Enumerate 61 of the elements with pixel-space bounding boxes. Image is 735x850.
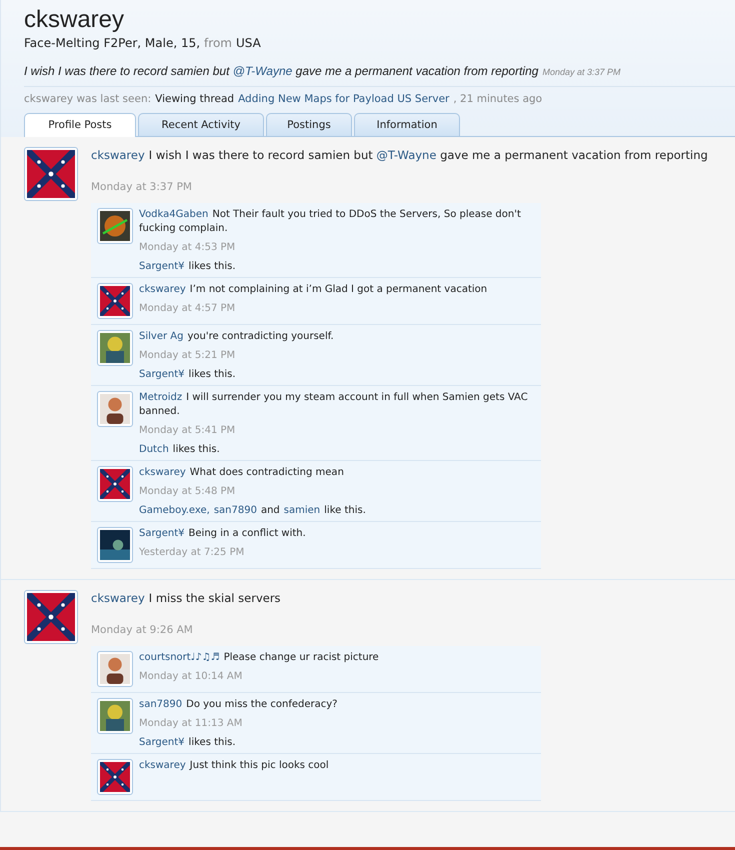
comment-text: Sargent¥ Being in a conflict with. <box>139 527 307 542</box>
mention-link[interactable]: @T-Wayne <box>376 148 436 162</box>
comment-text: Vodka4Gaben Not Their fault you tried to DDoS the Servers, So please don't fucking complain. <box>139 208 522 236</box>
author-link[interactable]: ckswarey <box>91 591 145 606</box>
status-time: Monday at 3:37 PM <box>542 67 620 77</box>
comment-time: Yesterday at 7:25 PM <box>139 547 246 558</box>
comment-text: san7890 Do you miss the confederacy? <box>139 698 338 712</box>
profile-name: ckswarey <box>24 6 126 34</box>
thread-link[interactable]: Adding New Maps for Payload US Server <box>238 93 450 105</box>
liker-link[interactable]: san7890 <box>214 505 257 516</box>
profile-tab[interactable]: Information <box>354 113 460 136</box>
profile-tab[interactable]: Recent Activity <box>138 113 264 136</box>
profile-info: from <box>204 36 232 50</box>
post-time: Monday at 3:37 PM <box>91 181 193 194</box>
liker-link[interactable]: Gameboy.exe, <box>139 505 210 516</box>
liker-link[interactable]: Sargent¥ <box>139 369 185 380</box>
comment-time: Monday at 5:21 PM <box>139 350 236 362</box>
comment-time: Monday at 11:13 AM <box>139 718 244 730</box>
likes-text: likes this. <box>188 261 236 272</box>
comment-time: Monday at 5:41 PM <box>139 425 236 436</box>
profile-tab[interactable]: Profile Posts <box>24 113 136 137</box>
last-seen-text: , 21 minutes ago <box>453 93 542 105</box>
comment-time: Monday at 10:14 AM <box>139 671 244 682</box>
comment-text: courtsnort♩♪♫♬ Please change ur racist picture <box>139 651 380 666</box>
author-link[interactable]: ckswarey <box>139 467 186 478</box>
profile-tab[interactable]: Postings <box>266 113 352 136</box>
liker-link[interactable]: Sargent¥ <box>139 737 185 748</box>
author-link[interactable]: san7890 <box>139 699 182 710</box>
likes-text: likes this. <box>188 369 236 380</box>
liker-link[interactable]: Sargent¥ <box>139 261 185 272</box>
last-seen-text: Viewing thread <box>155 93 234 105</box>
comment-time: Monday at 5:48 PM <box>139 486 236 498</box>
comment-text: ckswarey What does contradicting mean <box>139 466 345 480</box>
liker-link[interactable]: Dutch <box>139 444 169 456</box>
author-link[interactable]: Sargent¥ <box>139 528 185 540</box>
likes-text: likes this. <box>172 444 220 456</box>
last-seen-text: ckswarey was last seen: <box>24 93 152 105</box>
author-link[interactable]: ckswarey <box>91 148 145 162</box>
liker-link[interactable]: samien <box>284 505 320 516</box>
comment-text: ckswarey Just think this pic looks cool <box>139 759 330 774</box>
author-link[interactable]: ckswarey <box>139 760 186 772</box>
author-link[interactable]: Silver Ag <box>139 331 184 342</box>
comment-text: Metroidz I will surrender you my steam account in full when Samien gets VAC banned. <box>139 391 529 420</box>
comment-text: ckswarey I’m not complaining at i’m Glad I got a permanent vacation <box>139 283 488 298</box>
comment-text: Silver Ag you're contradicting yourself. <box>139 330 335 344</box>
author-link[interactable]: courtsnort♩♪♫♬ <box>139 652 220 664</box>
likes-text: and <box>260 505 280 516</box>
comment-time: Monday at 4:53 PM <box>139 242 236 254</box>
likes-text: like this. <box>324 505 366 516</box>
author-link[interactable]: ckswarey <box>139 284 186 296</box>
author-link[interactable]: Metroidz <box>139 392 182 404</box>
likes-text: likes this. <box>188 737 236 748</box>
comment-time: Monday at 4:57 PM <box>139 303 236 314</box>
author-link[interactable]: Vodka4Gaben <box>139 209 208 220</box>
profile-info: USA <box>236 36 261 50</box>
post-message: ckswarey I miss the skial servers <box>91 590 282 606</box>
profile-info: Face-Melting F2Per, Male, 15, <box>24 36 200 50</box>
mention-link[interactable]: @T-Wayne <box>232 64 292 78</box>
post-time: Monday at 9:26 AM <box>91 624 194 636</box>
post-message: ckswarey I wish I was there to record samien but @T-Wayne gave me a permanent vacation from reporting <box>91 147 709 164</box>
status-message: I wish I was there to record samien but @T-Wayne gave me a permanent vacation from reporting Monday at 3:37 PM <box>24 64 622 78</box>
